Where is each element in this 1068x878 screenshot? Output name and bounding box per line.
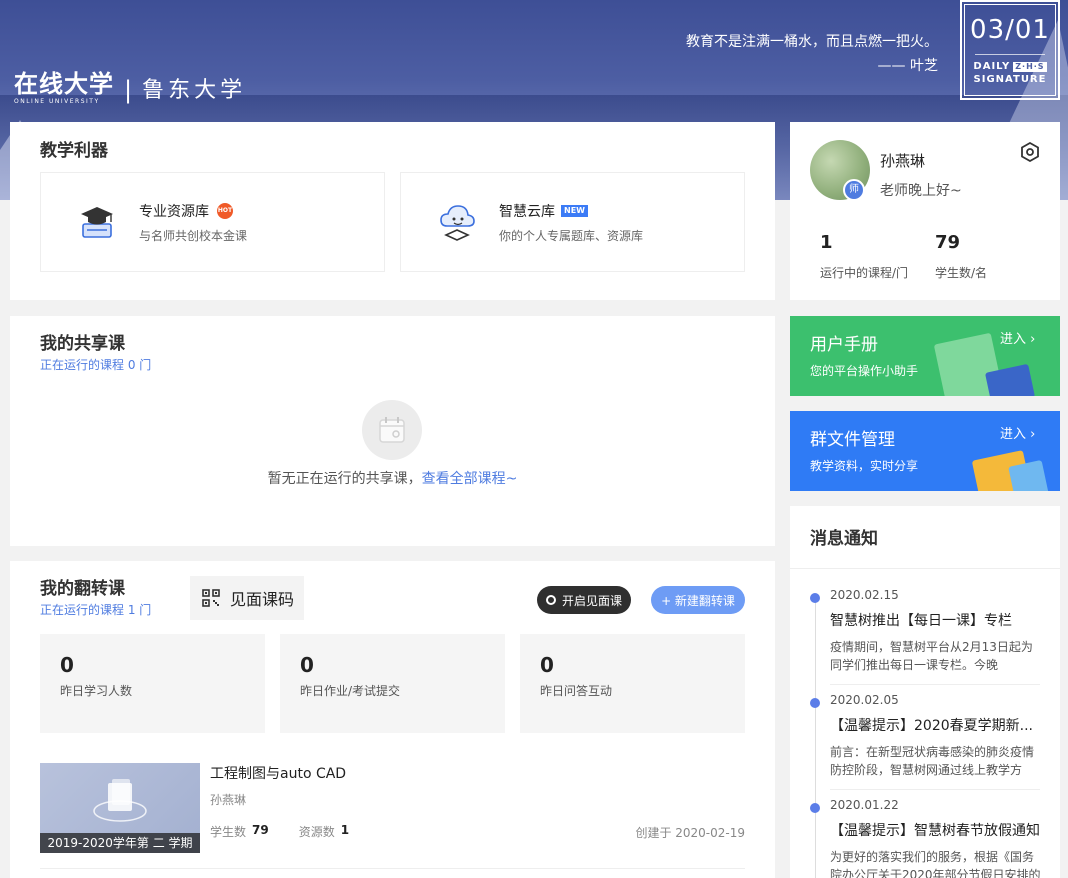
resources-label: 资源数 [298, 825, 335, 839]
notifications-card: 消息通知 2020.02.15 智慧树推出【每日一课】专栏 疫情期间，智慧树平台… [790, 506, 1060, 878]
students-count: 79 [252, 823, 269, 837]
shared-courses-title: 我的共享课 [40, 334, 125, 354]
course-meta: 学生数 79 资源数 1 [210, 823, 379, 840]
empty-calendar-icon [362, 400, 422, 460]
profile-name: 孙燕琳 [880, 152, 926, 170]
timeline-dot [810, 593, 820, 603]
stat-label: 昨日问答互动 [540, 684, 613, 698]
smart-cloud-name: 智慧云库 [499, 203, 555, 220]
timeline-dot [810, 698, 820, 708]
start-meeting-class-label: 开启见面课 [561, 593, 622, 608]
shared-courses-card: 我的共享课 正在运行的课程 0 门 暂无正在运行的共享课，查看全部课程~ [10, 316, 775, 546]
qr-code-icon [202, 589, 220, 607]
stat-value: 0 [60, 653, 74, 677]
stat-value: 0 [540, 653, 554, 677]
flipped-running-count[interactable]: 正在运行的课程 1 门 [40, 601, 151, 618]
site-logo[interactable]: 在线大学 ONLINE UNIVERSITY | 鲁东大学 [14, 70, 246, 106]
empty-shared-text: 暂无正在运行的共享课， [267, 471, 422, 487]
teacher-badge: 师 [843, 179, 865, 201]
group-files-subtitle: 教学资料，实时分享 [810, 459, 919, 473]
flipped-courses-title: 我的翻转课 [40, 579, 125, 599]
stat-label: 昨日作业/考试提交 [300, 684, 401, 698]
profile-greeting: 老师晚上好~ [880, 183, 962, 199]
timeline-dot [810, 803, 820, 813]
notice-date: 2020.02.05 [830, 693, 899, 707]
user-manual-banner[interactable]: 用户手册 您的平台操作小助手 进入 › [790, 316, 1060, 396]
smart-cloud-tool[interactable]: 智慧云库 NEW 你的个人专属题库、资源库 [400, 172, 745, 272]
notice-body: 前言：在新型冠状病毒感染的肺炎疫情防控阶段，智慧树网通过线上教学方 [830, 745, 1035, 777]
new-flipped-course-button[interactable]: + 新建翻转课 [651, 586, 745, 614]
notice-body: 为更好的落实我们的服务，根据《国务院办公厅关于2020年部分节假日安排的 [830, 850, 1041, 878]
profile-card: 师 孙燕琳 老师晚上好~ 1 运行中的课程/门 79 学生数/名 [790, 122, 1060, 300]
notice-title[interactable]: 【温馨提示】2020春夏学期新... [830, 715, 1042, 735]
resource-library-name: 专业资源库 [139, 203, 209, 220]
course-thumbnail[interactable]: 2019-2020学年第 二 学期 [40, 763, 200, 853]
teaching-tools-title: 教学利器 [40, 141, 108, 161]
meeting-code-button[interactable]: 见面课码 [190, 576, 304, 620]
daily-date: 03/01 [970, 15, 1050, 45]
new-badge: NEW [561, 204, 588, 217]
empty-shared-message: 暂无正在运行的共享课，查看全部课程~ [10, 468, 775, 488]
course-teacher: 孙燕琳 [210, 793, 247, 807]
semester-tag: 2019-2020学年第 二 学期 [40, 833, 200, 853]
teaching-tools-card: 教学利器 专业资源库 HOT 与名师共创校本金课 智慧云库 NEW 你的个人专属… [10, 122, 775, 300]
daily-label: DAILY [973, 61, 1011, 72]
shared-running-count[interactable]: 正在运行的课程 0 门 [40, 356, 151, 373]
running-courses-count: 1 [820, 232, 833, 253]
gear-icon[interactable] [1020, 142, 1040, 162]
user-manual-enter[interactable]: 进入 › [1000, 328, 1035, 347]
stat-yesterday-submissions: 0 昨日作业/考试提交 [280, 634, 505, 733]
notice-title[interactable]: 【温馨提示】智慧树春节放假通知 [830, 820, 1042, 840]
students-label: 学生数 [210, 825, 247, 839]
group-files-title: 群文件管理 [810, 430, 895, 450]
daily-signature-box: 03/01 DAILY Z·H·S SIGNATURE [960, 0, 1060, 100]
stat-yesterday-learners: 0 昨日学习人数 [40, 634, 265, 733]
stat-yesterday-qa: 0 昨日问答互动 [520, 634, 745, 733]
notice-body: 疫情期间，智慧树平台从2月13日起为同学们推出每日一课专栏。今晚18:30， [830, 640, 1033, 672]
user-manual-title: 用户手册 [810, 335, 878, 355]
school-name: 鲁东大学 [142, 78, 247, 103]
notice-date: 2020.01.22 [830, 798, 899, 812]
start-dot-icon [545, 595, 556, 605]
resource-library-tool[interactable]: 专业资源库 HOT 与名师共创校本金课 [40, 172, 385, 272]
zhs-logo: Z·H·S [1013, 62, 1047, 72]
logo-title: 在线大学 [14, 70, 114, 98]
running-courses-label: 运行中的课程/门 [820, 266, 909, 280]
students-total-label: 学生数/名 [935, 266, 988, 280]
start-meeting-class-button[interactable]: 开启见面课 [537, 586, 631, 614]
new-flipped-course-label: + 新建翻转课 [661, 593, 735, 608]
stat-value: 0 [300, 653, 314, 677]
hat-icon [81, 207, 113, 238]
stat-label: 昨日学习人数 [60, 684, 133, 698]
resource-library-desc: 与名师共创校本金课 [139, 228, 248, 243]
notice-date: 2020.02.15 [830, 588, 899, 602]
notice-timeline [815, 596, 816, 878]
user-manual-subtitle: 您的平台操作小助手 [810, 364, 919, 378]
smart-cloud-desc: 你的个人专属题库、资源库 [499, 228, 644, 243]
hot-badge: HOT [217, 202, 233, 219]
daily-quote: 教育不是注满一桶水，而且点燃一把火。 —— 叶芝 [686, 30, 938, 78]
meeting-code-label: 见面课码 [230, 590, 295, 609]
resources-count: 1 [340, 823, 350, 837]
group-files-enter[interactable]: 进入 › [1000, 423, 1035, 442]
folder-tab-decoration [1008, 459, 1050, 491]
quote-author: —— 叶芝 [877, 58, 938, 74]
course-created-date: 创建于 2020-02-19 [635, 826, 745, 840]
notice-title[interactable]: 智慧树推出【每日一课】专栏 [830, 610, 1042, 630]
cloud-icon [440, 205, 475, 241]
course-title[interactable]: 工程制图与auto CAD [210, 763, 346, 783]
book-icon [93, 779, 147, 822]
group-files-banner[interactable]: 群文件管理 教学资料，实时分享 进入 › [790, 411, 1060, 491]
flipped-courses-card: 我的翻转课 正在运行的课程 1 门 见面课码 开启见面课 + 新建翻转课 0 昨… [10, 561, 775, 878]
students-total-count: 79 [935, 232, 961, 253]
signature-label: SIGNATURE [973, 74, 1047, 85]
logo-separator: | [124, 76, 133, 104]
view-all-courses-link[interactable]: 查看全部课程~ [422, 471, 518, 487]
quote-text: 教育不是注满一桶水，而且点燃一把火。 [686, 34, 938, 50]
notifications-title: 消息通知 [810, 529, 878, 549]
logo-subtitle: ONLINE UNIVERSITY [14, 98, 100, 105]
